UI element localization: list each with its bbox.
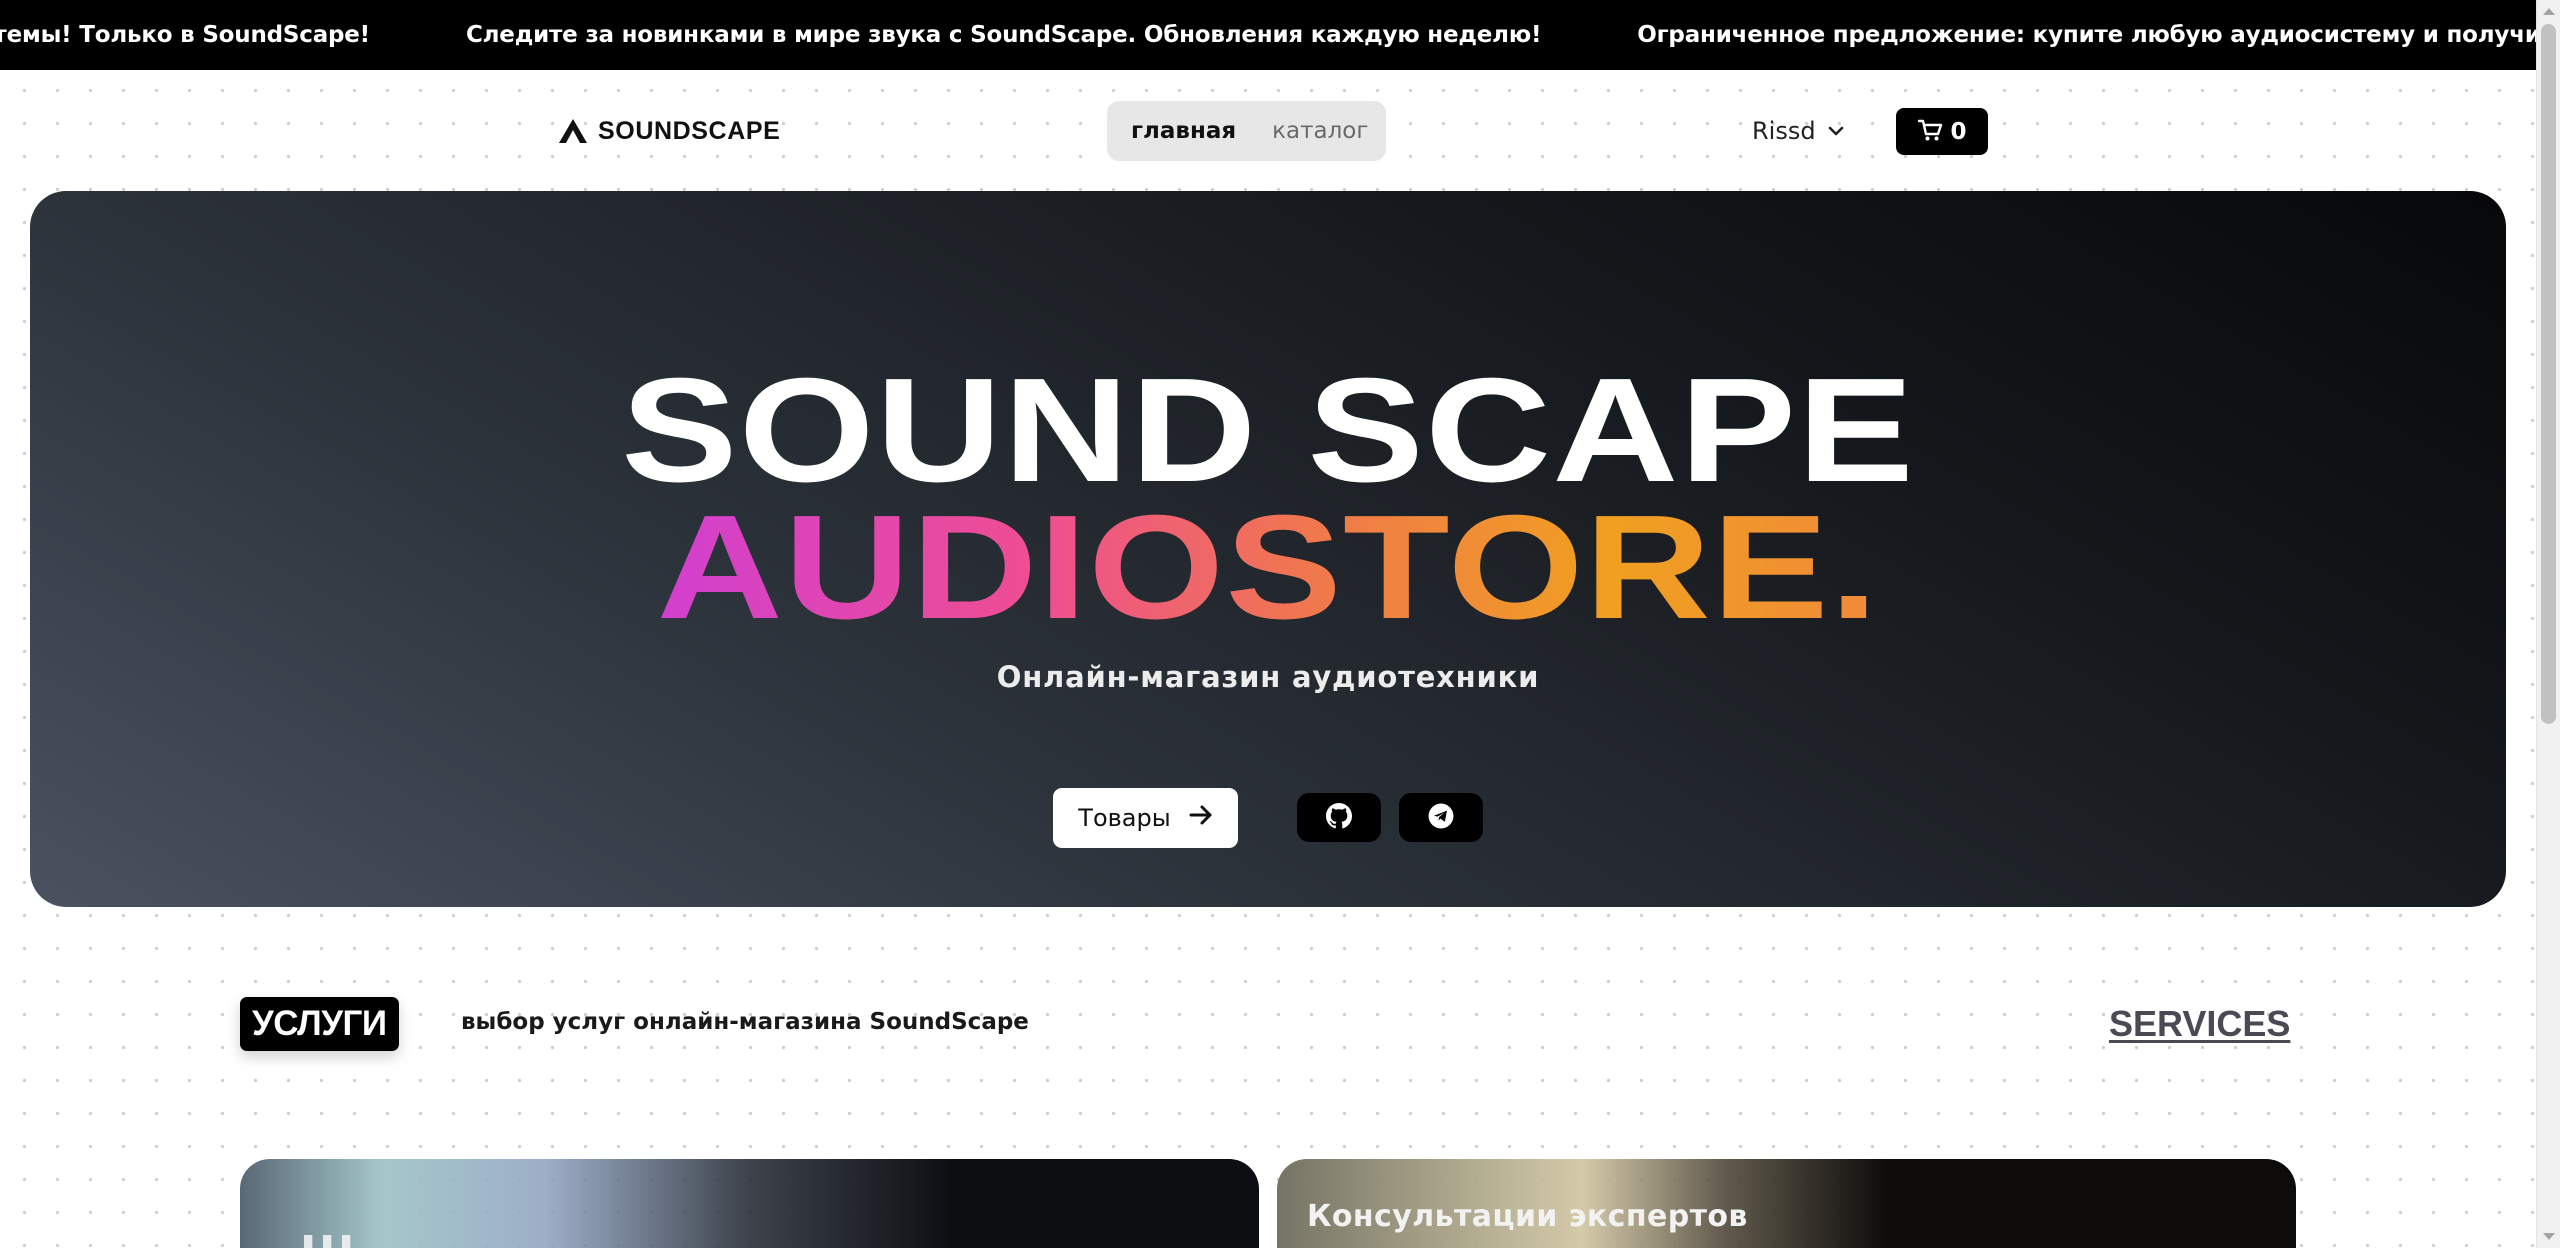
- telegram-button[interactable]: [1399, 793, 1483, 842]
- service-card-title: Консультации экспертов: [1307, 1199, 1748, 1234]
- nav-home[interactable]: главная: [1113, 107, 1254, 155]
- arrow-right-icon: [1189, 804, 1213, 832]
- cart-icon: [1917, 118, 1943, 146]
- nav-catalog[interactable]: каталог: [1254, 107, 1386, 155]
- services-description: выбор услуг онлайн-магазина SoundScape: [461, 1009, 1029, 1035]
- logo-text: SOUNDSCAPE: [598, 116, 781, 145]
- site-logo[interactable]: SOUNDSCAPE: [558, 114, 780, 148]
- scroll-up-icon[interactable]: [2543, 8, 2555, 15]
- services-link[interactable]: SERVICES: [2109, 1003, 2290, 1045]
- user-menu[interactable]: Rissd: [1752, 112, 1844, 150]
- marquee-item: Следите за новинками в мире звука с Soun…: [465, 22, 1542, 48]
- user-name: Rissd: [1752, 117, 1816, 145]
- marquee-item: стемы! Только в SoundScape!: [0, 22, 370, 48]
- hero-brand-text: AUDIOSTORE.: [656, 485, 1880, 650]
- main-nav: главная каталог: [1107, 101, 1386, 161]
- hero-tagline: Онлайн-магазин аудиотехники: [996, 660, 1540, 694]
- services-badge: УСЛУГИ: [240, 997, 399, 1051]
- cart-button[interactable]: 0: [1896, 108, 1988, 155]
- scroll-down-icon[interactable]: [2543, 1233, 2555, 1240]
- service-card[interactable]: Ш: [240, 1159, 1259, 1248]
- chevron-down-icon: [1828, 125, 1844, 137]
- telegram-icon: [1428, 803, 1454, 833]
- page-scrollbar[interactable]: [2536, 0, 2560, 1248]
- cart-count: 0: [1950, 118, 1967, 145]
- service-card[interactable]: Консультации экспертов: [1277, 1159, 2296, 1248]
- products-button[interactable]: Товары: [1053, 788, 1238, 848]
- marquee-item: Ограниченное предложение: купите любую а…: [1637, 22, 2560, 48]
- announcement-marquee: стемы! Только в SoundScape! Следите за н…: [0, 0, 2560, 70]
- hero-title: SOUND SCAPE: [621, 348, 1915, 513]
- hero-banner: SOUND SCAPE AUDIOSTORE. Онлайн-магазин а…: [30, 191, 2506, 907]
- scroll-thumb[interactable]: [2541, 24, 2556, 724]
- products-button-label: Товары: [1078, 804, 1171, 832]
- github-button[interactable]: [1297, 793, 1381, 842]
- marquee-track: стемы! Только в SoundScape! Следите за н…: [0, 0, 2560, 70]
- github-icon: [1326, 802, 1352, 833]
- triangle-logo-icon: [558, 118, 588, 144]
- hero-brand-title: AUDIOSTORE.: [30, 493, 2506, 643]
- service-card-title: Ш: [300, 1227, 355, 1248]
